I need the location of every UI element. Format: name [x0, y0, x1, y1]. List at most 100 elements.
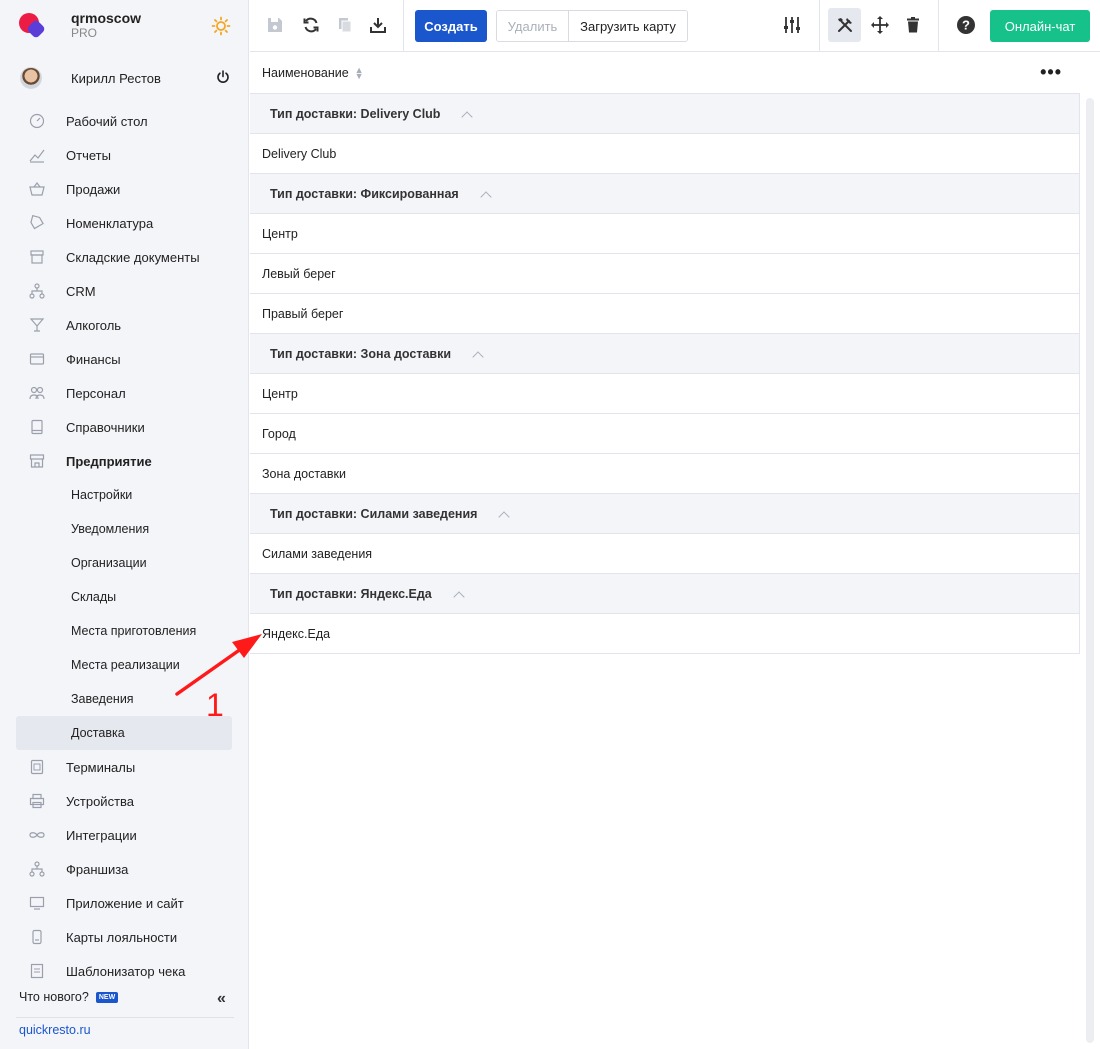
sidebar-item-finance[interactable]: Финансы [0, 342, 248, 376]
tag-icon [28, 214, 46, 232]
sidebar-item-terminals[interactable]: Терминалы [0, 750, 248, 784]
group-row[interactable]: Тип доставки: Яндекс.Еда [250, 574, 1079, 614]
button-group: Удалить Загрузить карту [496, 10, 688, 42]
sidebar-item-integrations[interactable]: Интеграции [0, 818, 248, 852]
group-label: Тип доставки: Зона доставки [270, 346, 452, 361]
cocktail-icon [28, 316, 46, 334]
trash-icon[interactable] [902, 14, 924, 36]
table-row[interactable]: Город [250, 414, 1079, 454]
column-header-name[interactable]: Наименование [262, 66, 349, 80]
sidebar-item-app-site[interactable]: Приложение и сайт [0, 886, 248, 920]
online-chat-button[interactable]: Онлайн-чат [990, 10, 1090, 42]
table-row[interactable]: Правый берег [250, 294, 1079, 334]
create-button[interactable]: Создать [415, 10, 487, 42]
upload-card-button[interactable]: Загрузить карту [569, 11, 687, 41]
chevron-up-icon[interactable] [499, 511, 509, 521]
sidebar-item-label: Терминалы [66, 759, 136, 775]
qr-icon [28, 758, 46, 776]
sidebar-item-label: Шаблонизатор чека [66, 963, 186, 979]
sidebar-item-directories[interactable]: Справочники [0, 410, 248, 444]
sidebar-item-nomenclature[interactable]: Номенклатура [0, 206, 248, 240]
tools-icon[interactable] [834, 14, 856, 36]
sidebar-item-label: Франшиза [66, 861, 129, 877]
sidebar: qrmoscow PRO Кирилл Рестов Рабочий стол … [0, 0, 249, 1049]
group-row[interactable]: Тип доставки: Фиксированная [250, 174, 1079, 214]
sidebar-item-staff[interactable]: Персонал [0, 376, 248, 410]
save-icon[interactable] [264, 14, 286, 36]
brand-logo[interactable] [18, 11, 48, 41]
table-row[interactable]: Яндекс.Еда [250, 614, 1079, 654]
sidebar-item-loyalty-cards[interactable]: Карты лояльности [0, 920, 248, 954]
wallet-icon [28, 350, 46, 368]
monitor-icon [28, 894, 46, 912]
sidebar-item-devices[interactable]: Устройства [0, 784, 248, 818]
group-row[interactable]: Тип доставки: Зона доставки [250, 334, 1079, 374]
sort-icon[interactable]: ▲ ▼ [355, 66, 364, 81]
sidebar-item-crm[interactable]: CRM [0, 274, 248, 308]
chevron-up-icon[interactable] [481, 191, 491, 201]
sidebar-item-label: Продажи [66, 181, 121, 197]
hierarchy-icon [28, 282, 46, 300]
divider [819, 0, 820, 52]
sidebar-item-sales[interactable]: Продажи [0, 172, 248, 206]
user-name[interactable]: Кирилл Рестов [71, 71, 161, 86]
card-icon [28, 928, 46, 946]
group-row[interactable]: Тип доставки: Delivery Club [250, 94, 1079, 134]
divider [16, 1017, 234, 1018]
sidebar-item-label: Предприятие [66, 453, 152, 469]
sidebar-item-reports[interactable]: Отчеты [0, 138, 248, 172]
group-row[interactable]: Тип доставки: Силами заведения [250, 494, 1079, 534]
new-badge: NEW [95, 991, 119, 1003]
table-row[interactable]: Зона доставки [250, 454, 1079, 494]
group-label: Тип доставки: Delivery Club [270, 106, 441, 121]
table-row[interactable]: Силами заведения [250, 534, 1079, 574]
sidebar-subitem-notifications[interactable]: Уведомления [0, 512, 248, 546]
sidebar-item-label: Финансы [66, 351, 121, 367]
download-icon[interactable] [367, 14, 389, 36]
help-icon[interactable]: ? [955, 14, 977, 36]
sidebar-item-label: Алкоголь [66, 317, 122, 333]
table-row[interactable]: Центр [250, 214, 1079, 254]
sidebar-item-label: Персонал [66, 385, 126, 401]
delete-button[interactable]: Удалить [497, 11, 569, 41]
sidebar-subitem-organizations[interactable]: Организации [0, 546, 248, 580]
divider [938, 0, 939, 52]
divider [403, 0, 404, 52]
copy-icon[interactable] [334, 14, 356, 36]
sidebar-item-dashboard[interactable]: Рабочий стол [0, 104, 248, 138]
site-link[interactable]: quickresto.ru [19, 1023, 91, 1037]
sidebar-subitem-warehouses[interactable]: Склады [0, 580, 248, 614]
brand-plan: PRO [71, 26, 98, 40]
more-options-icon[interactable]: ••• [1040, 63, 1062, 81]
table-row[interactable]: Delivery Club [250, 134, 1079, 174]
power-icon[interactable] [215, 70, 231, 86]
sidebar-item-alcohol[interactable]: Алкоголь [0, 308, 248, 342]
table-header: Наименование ▲ ▼ ••• [250, 53, 1080, 94]
filter-sliders-icon[interactable] [781, 14, 803, 36]
table-row[interactable]: Центр [250, 374, 1079, 414]
collapse-sidebar-icon[interactable]: « [217, 990, 226, 1008]
sidebar-item-franchise[interactable]: Франшиза [0, 852, 248, 886]
sidebar-subitem-settings[interactable]: Настройки [0, 478, 248, 512]
refresh-icon[interactable] [300, 14, 322, 36]
store-icon [28, 452, 46, 470]
dashboard-icon [28, 112, 46, 130]
scrollbar[interactable] [1086, 98, 1094, 1043]
receipt-icon [28, 962, 46, 980]
chevron-up-icon[interactable] [462, 111, 472, 121]
annotation-number: 1 [206, 687, 224, 723]
move-icon[interactable] [869, 14, 891, 36]
book-icon [28, 418, 46, 436]
sun-icon[interactable] [211, 16, 231, 36]
box-icon [28, 248, 46, 266]
infinity-icon [28, 826, 46, 844]
table-row[interactable]: Левый берег [250, 254, 1079, 294]
whats-new-link[interactable]: Что нового? NEW [19, 990, 119, 1004]
chevron-up-icon[interactable] [454, 591, 464, 601]
sidebar-item-enterprise[interactable]: Предприятие [0, 444, 248, 478]
group-label: Тип доставки: Фиксированная [270, 186, 459, 201]
sidebar-item-receipt-template[interactable]: Шаблонизатор чека [0, 954, 248, 988]
avatar[interactable] [20, 67, 42, 89]
sidebar-item-warehouse-docs[interactable]: Складские документы [0, 240, 248, 274]
chevron-up-icon[interactable] [473, 351, 483, 361]
